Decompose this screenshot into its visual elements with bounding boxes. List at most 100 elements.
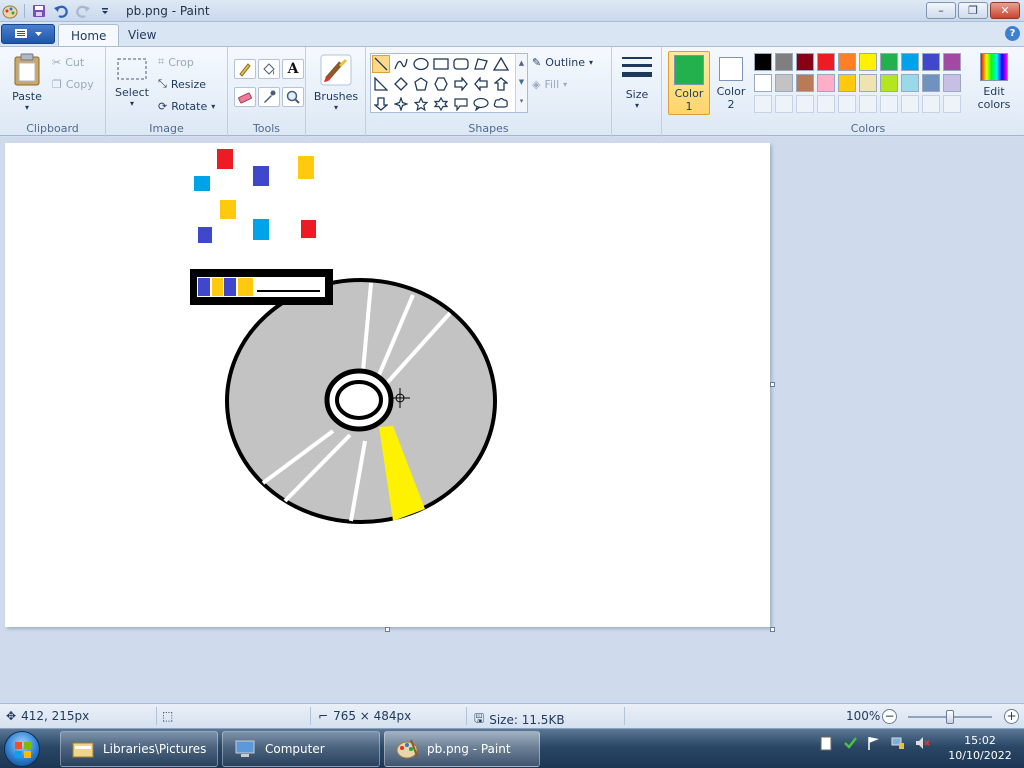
five-point-star-shape-icon[interactable] xyxy=(412,95,430,113)
down-arrow-shape-icon[interactable] xyxy=(372,95,390,113)
select-button[interactable]: Select ▾ xyxy=(112,55,152,108)
palette-swatch[interactable] xyxy=(922,74,940,92)
action-center-flag-icon[interactable] xyxy=(866,735,882,751)
save-icon[interactable] xyxy=(31,3,47,19)
curve-shape-icon[interactable] xyxy=(392,55,410,73)
paste-button[interactable]: Paste ▾ xyxy=(6,53,48,112)
close-button[interactable]: ✕ xyxy=(990,2,1020,19)
paste-dropdown-icon[interactable]: ▾ xyxy=(6,103,48,112)
select-dropdown-icon[interactable]: ▾ xyxy=(112,99,152,108)
palette-swatch[interactable] xyxy=(775,74,793,92)
brushes-button[interactable]: Brushes ▾ xyxy=(312,53,360,112)
palette-swatch[interactable] xyxy=(943,74,961,92)
custom-color-slot[interactable] xyxy=(775,95,793,113)
six-point-star-shape-icon[interactable] xyxy=(432,95,450,113)
network-tray-icon[interactable] xyxy=(890,735,906,751)
custom-color-slot[interactable] xyxy=(943,95,961,113)
pentagon-shape-icon[interactable] xyxy=(412,75,430,93)
edit-colors-button[interactable]: Edit colors xyxy=(974,53,1014,111)
taskbar-item-libraries[interactable]: Libraries\Pictures xyxy=(60,731,218,767)
custom-color-slot[interactable] xyxy=(796,95,814,113)
paint-app-icon[interactable] xyxy=(2,3,18,19)
redo-icon[interactable] xyxy=(75,3,91,19)
custom-color-slot[interactable] xyxy=(817,95,835,113)
help-icon[interactable]: ? xyxy=(1005,26,1020,41)
pencil-icon[interactable] xyxy=(234,59,256,79)
custom-color-slot[interactable] xyxy=(901,95,919,113)
fill-button[interactable]: ◈ Fill ▾ xyxy=(532,75,567,93)
palette-swatch[interactable] xyxy=(838,53,856,71)
tab-view[interactable]: View xyxy=(116,24,168,46)
left-arrow-shape-icon[interactable] xyxy=(472,75,490,93)
volume-muted-icon[interactable] xyxy=(914,735,930,751)
rounded-callout-shape-icon[interactable] xyxy=(452,95,470,113)
customize-qat-icon[interactable] xyxy=(97,3,113,19)
text-tool-icon[interactable]: A xyxy=(282,59,304,79)
palette-swatch[interactable] xyxy=(754,74,772,92)
size-button[interactable]: Size ▾ xyxy=(618,55,656,110)
palette-swatch[interactable] xyxy=(796,74,814,92)
custom-color-slot[interactable] xyxy=(754,95,772,113)
copy-button[interactable]: ❐ Copy xyxy=(52,75,94,93)
palette-swatch[interactable] xyxy=(754,53,772,71)
taskbar-item-paint[interactable]: pb.png - Paint xyxy=(384,731,540,767)
maximize-button[interactable]: ❐ xyxy=(958,2,988,19)
brushes-dropdown-icon[interactable]: ▾ xyxy=(312,103,360,112)
clipboard-tray-icon[interactable] xyxy=(818,735,834,751)
right-arrow-shape-icon[interactable] xyxy=(452,75,470,93)
oval-shape-icon[interactable] xyxy=(412,55,430,73)
resize-button[interactable]: ⤡ Resize xyxy=(158,75,206,93)
rounded-rectangle-shape-icon[interactable] xyxy=(452,55,470,73)
zoom-in-button[interactable]: + xyxy=(1004,709,1019,724)
undo-icon[interactable] xyxy=(53,3,69,19)
zoom-out-button[interactable]: − xyxy=(882,709,897,724)
rectangle-shape-icon[interactable] xyxy=(432,55,450,73)
hexagon-shape-icon[interactable] xyxy=(432,75,450,93)
color-picker-icon[interactable] xyxy=(258,87,280,107)
rotate-button[interactable]: ⟳ Rotate ▾ xyxy=(158,97,215,115)
triangle-shape-icon[interactable] xyxy=(492,55,510,73)
palette-swatch[interactable] xyxy=(859,53,877,71)
palette-swatch[interactable] xyxy=(901,53,919,71)
system-clock[interactable]: 15:02 10/10/2022 xyxy=(940,733,1020,763)
color2-button[interactable]: Color 2 xyxy=(712,51,750,115)
palette-swatch[interactable] xyxy=(922,53,940,71)
right-triangle-shape-icon[interactable] xyxy=(372,75,390,93)
custom-color-slot[interactable] xyxy=(838,95,856,113)
up-arrow-shape-icon[interactable] xyxy=(492,75,510,93)
tab-home[interactable]: Home xyxy=(58,24,120,46)
paint-menu-button[interactable] xyxy=(1,24,55,44)
custom-color-slot[interactable] xyxy=(922,95,940,113)
oval-callout-shape-icon[interactable] xyxy=(472,95,490,113)
palette-swatch[interactable] xyxy=(817,53,835,71)
four-point-star-shape-icon[interactable] xyxy=(392,95,410,113)
palette-swatch[interactable] xyxy=(796,53,814,71)
palette-swatch[interactable] xyxy=(901,74,919,92)
size-dropdown-icon[interactable]: ▾ xyxy=(618,101,656,110)
color1-button[interactable]: Color 1 xyxy=(668,51,710,115)
custom-color-slot[interactable] xyxy=(880,95,898,113)
drawing-canvas[interactable] xyxy=(5,143,775,632)
security-tray-icon[interactable] xyxy=(842,735,858,751)
palette-swatch[interactable] xyxy=(817,74,835,92)
crop-button[interactable]: ⌗ Crop xyxy=(158,53,194,71)
palette-swatch[interactable] xyxy=(880,74,898,92)
zoom-slider-thumb[interactable] xyxy=(946,710,954,724)
palette-swatch[interactable] xyxy=(880,53,898,71)
cut-button[interactable]: ✂ Cut xyxy=(52,53,84,71)
palette-swatch[interactable] xyxy=(775,53,793,71)
magnifier-icon[interactable] xyxy=(282,87,304,107)
shapes-scrollbar[interactable]: ▲ ▼ ▾ xyxy=(515,54,527,112)
start-button[interactable] xyxy=(4,731,40,767)
polygon-shape-icon[interactable] xyxy=(472,55,490,73)
line-shape-icon[interactable] xyxy=(372,55,390,73)
resize-handle-bottom[interactable] xyxy=(385,627,390,632)
diamond-shape-icon[interactable] xyxy=(392,75,410,93)
resize-handle-corner[interactable] xyxy=(770,627,775,632)
palette-swatch[interactable] xyxy=(859,74,877,92)
outline-button[interactable]: ✎ Outline ▾ xyxy=(532,53,593,71)
palette-swatch[interactable] xyxy=(838,74,856,92)
resize-handle-right[interactable] xyxy=(770,382,775,387)
taskbar-item-computer[interactable]: Computer xyxy=(222,731,380,767)
cloud-callout-shape-icon[interactable] xyxy=(492,95,510,113)
